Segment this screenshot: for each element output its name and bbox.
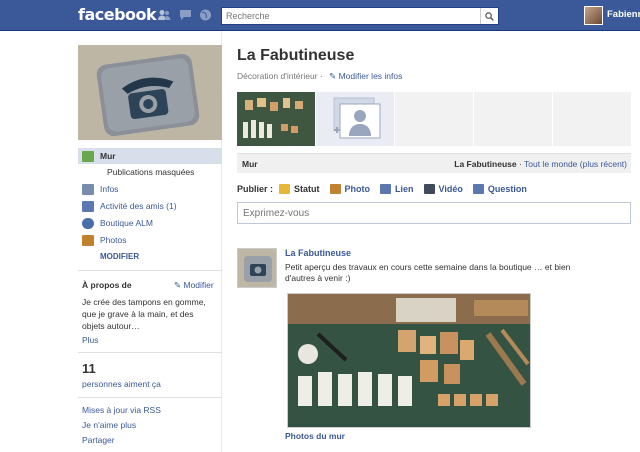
facebook-logo[interactable]: facebook: [78, 5, 157, 24]
video-icon: [423, 184, 435, 194]
post-photo[interactable]: [287, 293, 531, 428]
divider: [78, 352, 222, 353]
publish-bar: Publier : Statut Photo Lien Vidéo Questi…: [237, 182, 537, 196]
telephone-cushion-image: [78, 45, 222, 140]
about-edit-link[interactable]: ✎ Modifier: [174, 279, 214, 291]
unlike-link[interactable]: Je n'aime plus: [82, 419, 136, 431]
rss-link[interactable]: Mises à jour via RSS: [82, 404, 161, 416]
page-subline: Décoration d'intérieur · ✎ Modifier les …: [237, 71, 403, 81]
publish-link-tab[interactable]: Lien: [380, 184, 414, 194]
publish-photo-tab[interactable]: Photo: [329, 184, 370, 194]
page-title: La Fabutineuse: [237, 47, 355, 64]
telephone-cushion-thumbnail: [238, 249, 276, 287]
nav-item-hidden-posts[interactable]: Publications masquées: [107, 167, 194, 177]
publish-video-tab[interactable]: Vidéo: [423, 184, 463, 194]
nav-item-info[interactable]: Infos: [78, 181, 222, 197]
friend-requests-icon[interactable]: [158, 9, 171, 21]
share-link[interactable]: Partager: [82, 434, 115, 446]
wall-label: Mur: [242, 159, 258, 169]
search-icon: [485, 11, 494, 21]
about-more-link[interactable]: Plus: [82, 334, 99, 346]
nav-item-wall[interactable]: Mur: [78, 148, 222, 164]
publish-status-tab[interactable]: Statut: [279, 184, 320, 194]
photos-icon: [82, 234, 94, 246]
add-photo-placeholder[interactable]: [316, 92, 394, 146]
shop-icon: [82, 217, 94, 229]
about-title: À propos de: [82, 280, 132, 290]
messages-icon[interactable]: [179, 9, 192, 21]
wall-filter[interactable]: La Fabutineuse · Tout le monde (plus réc…: [454, 159, 627, 169]
friends-icon: [82, 200, 94, 212]
search-input[interactable]: [222, 8, 478, 24]
user-avatar[interactable]: [584, 6, 603, 25]
post-author-avatar[interactable]: [237, 248, 277, 288]
search-button[interactable]: [480, 8, 498, 24]
compose-box: [237, 202, 631, 224]
edit-nav-link[interactable]: MODIFIER: [100, 252, 139, 261]
wall-filter-bar: Mur La Fabutineuse · Tout le monde (plus…: [237, 153, 631, 173]
photo-thumbnail[interactable]: [237, 92, 315, 146]
divider: [78, 270, 222, 271]
post-text: Petit aperçu des travaux en cours cette …: [285, 262, 571, 283]
info-icon: [82, 183, 94, 195]
notifications-globe-icon[interactable]: [199, 9, 212, 21]
workshop-stamps-photo: [288, 294, 530, 427]
pencil-icon: ✎: [329, 71, 337, 81]
photo-icon: [329, 184, 341, 194]
page-profile-picture[interactable]: [78, 45, 222, 140]
user-name-link[interactable]: Fabienn: [607, 9, 640, 20]
pencil-icon: ✎: [174, 280, 182, 290]
about-text: Je crée des tampons en gomme, que je gra…: [82, 297, 206, 331]
wall-icon: [82, 150, 94, 162]
likes-label-link[interactable]: personnes aiment ça: [82, 378, 161, 390]
link-icon: [380, 184, 392, 194]
nav-item-shop[interactable]: Boutique ALM: [78, 215, 222, 231]
workshop-photo: [237, 92, 315, 146]
publish-label: Publier :: [237, 184, 274, 194]
compose-input[interactable]: [238, 203, 630, 223]
publish-question-tab[interactable]: Question: [472, 184, 527, 194]
nav-item-friends-activity[interactable]: Activité des amis (1): [78, 198, 222, 214]
post-caption-link[interactable]: Photos du mur: [285, 431, 345, 441]
status-icon: [279, 184, 291, 194]
likes-count: 11: [82, 361, 96, 376]
add-profile-photo-icon: [333, 97, 381, 139]
empty-photo-slot: [395, 92, 473, 146]
empty-photo-slot: [474, 92, 552, 146]
divider: [78, 397, 222, 398]
question-icon: [472, 184, 484, 194]
nav-item-photos[interactable]: Photos: [78, 232, 222, 248]
search-box: [221, 7, 499, 25]
empty-photo-slot: [553, 92, 631, 146]
category-link[interactable]: Décoration d'intérieur: [237, 71, 318, 81]
top-bar: facebook Fabienn: [0, 0, 640, 31]
post-author-link[interactable]: La Fabutineuse: [285, 248, 351, 258]
edit-info-link[interactable]: ✎ Modifier les infos: [329, 71, 402, 81]
